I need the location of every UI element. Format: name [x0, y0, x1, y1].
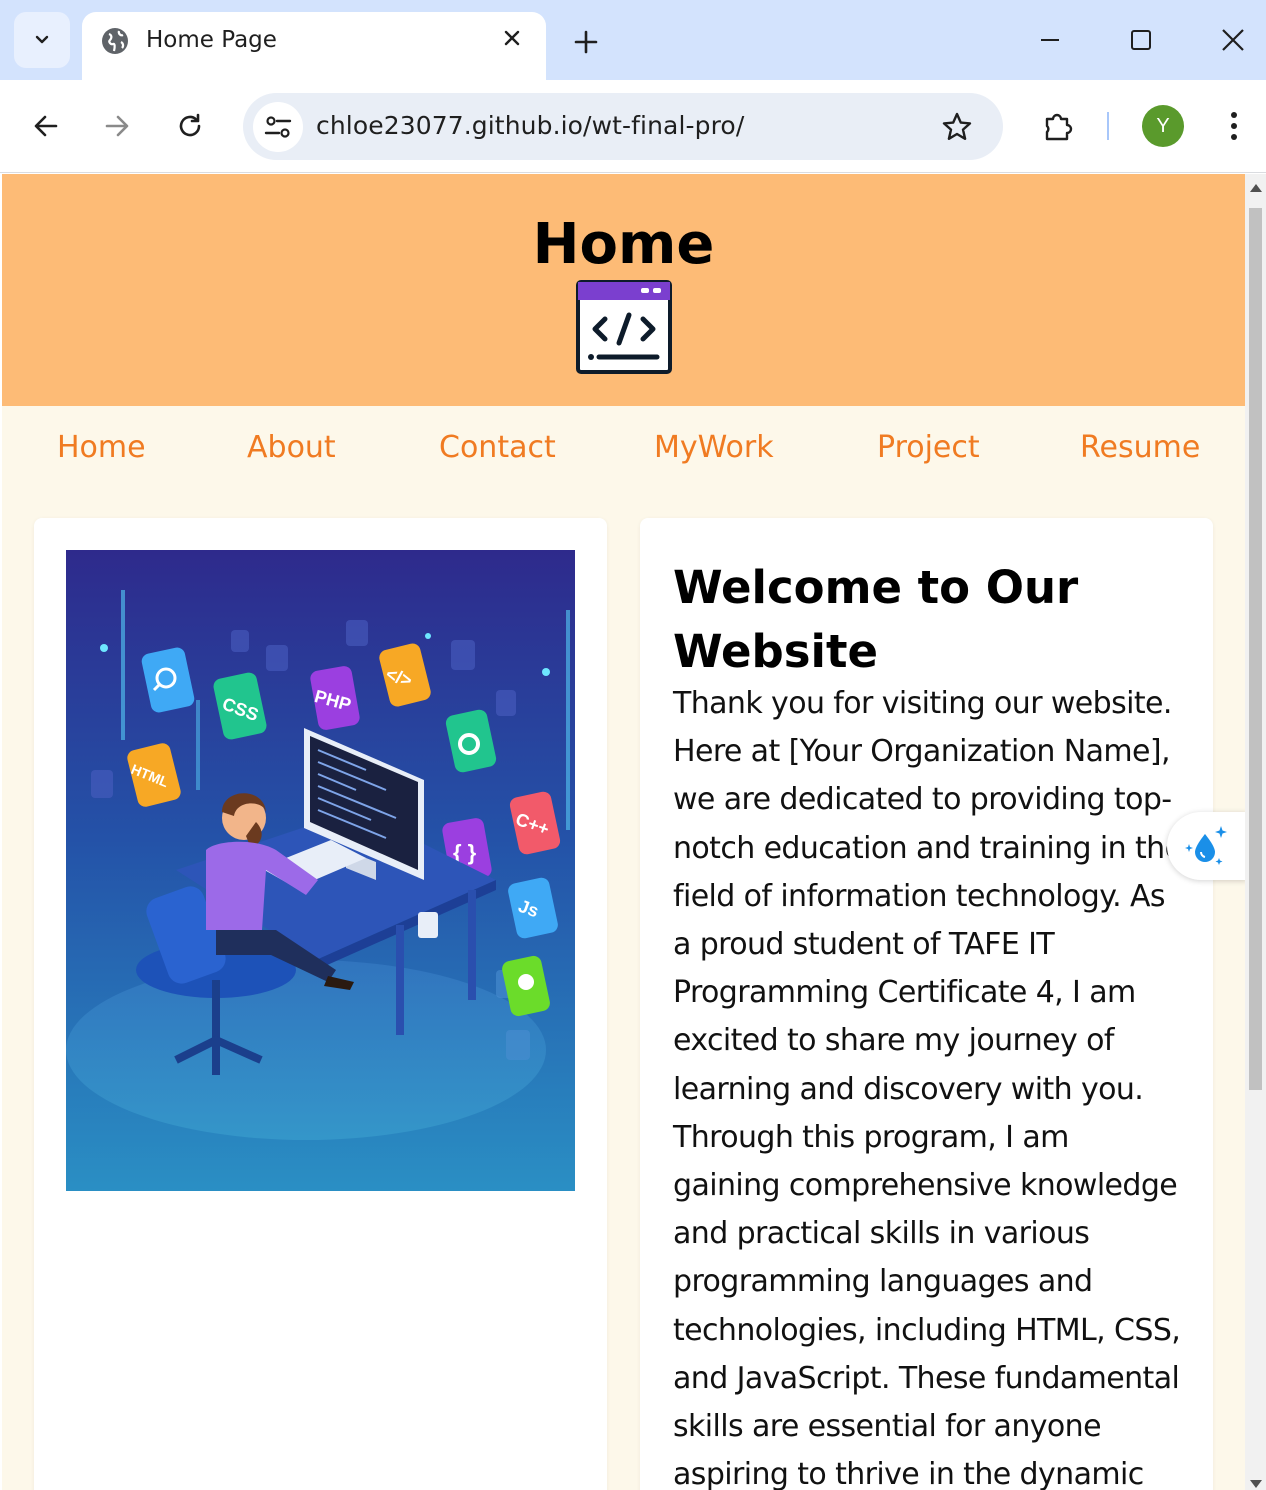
forward-button[interactable]	[93, 102, 141, 150]
tab-strip: Home Page	[0, 0, 1266, 82]
scroll-down-arrow[interactable]	[1250, 1480, 1262, 1488]
new-tab-button[interactable]	[566, 22, 606, 62]
arrow-left-icon	[34, 115, 58, 137]
welcome-text: Thank you for visiting our website. Here…	[673, 686, 1183, 1490]
floating-assistant-button[interactable]	[1167, 812, 1247, 880]
puzzle-icon	[1045, 113, 1073, 141]
maximize-button[interactable]	[1117, 18, 1165, 62]
page-scrollbar[interactable]	[1245, 174, 1266, 1490]
nav-link-about[interactable]: About	[247, 430, 336, 465]
star-icon	[942, 112, 972, 140]
welcome-card: Welcome to Our Website Thank you for vis…	[640, 518, 1213, 1490]
nav-link-home[interactable]: Home	[57, 430, 146, 465]
tab-title: Home Page	[146, 27, 277, 53]
scroll-up-arrow[interactable]	[1250, 184, 1262, 192]
more-vertical-icon	[1231, 112, 1237, 140]
close-icon	[504, 30, 520, 46]
chevron-down-icon	[35, 35, 49, 44]
bookmark-button[interactable]	[939, 109, 975, 145]
tab-active[interactable]: Home Page	[82, 12, 546, 82]
browser-toolbar: chloe23077.github.io/wt-final-pro/ Y	[0, 80, 1266, 173]
page-header: Home	[2, 174, 1245, 406]
toolbar-separator	[1107, 112, 1109, 140]
minimize-button[interactable]	[1026, 18, 1074, 62]
close-icon	[1222, 29, 1244, 51]
window-close-button[interactable]	[1209, 18, 1257, 62]
url-text[interactable]: chloe23077.github.io/wt-final-pro/	[316, 111, 744, 140]
address-bar[interactable]: chloe23077.github.io/wt-final-pro/	[243, 93, 1003, 160]
minimize-icon	[1041, 39, 1059, 41]
reload-button[interactable]	[166, 102, 214, 150]
profile-avatar[interactable]: Y	[1142, 105, 1184, 147]
page-title: Home	[532, 212, 715, 277]
developer-at-computer-illustration: CSS PHP </> HTML C++ { } Js	[66, 550, 575, 1191]
browser-menu-button[interactable]	[1214, 102, 1254, 150]
extensions-button[interactable]	[1034, 102, 1082, 150]
scrollbar-thumb[interactable]	[1249, 208, 1262, 1090]
main-nav: Home About Contact MyWork Project Resume	[2, 406, 1245, 492]
welcome-title: Welcome to Our Website	[673, 561, 1079, 678]
arrow-right-icon	[105, 115, 129, 137]
image-card: CSS PHP </> HTML C++ { } Js	[34, 518, 607, 1490]
site-info-button[interactable]	[253, 102, 303, 152]
sparkle-drop-icon	[1185, 826, 1227, 865]
nav-link-project[interactable]: Project	[877, 430, 980, 465]
maximize-icon	[1131, 30, 1151, 50]
tab-search-button[interactable]	[14, 12, 70, 68]
nav-link-mywork[interactable]: MyWork	[654, 430, 774, 465]
back-button[interactable]	[22, 102, 70, 150]
reload-icon	[179, 113, 201, 137]
nav-link-contact[interactable]: Contact	[439, 430, 556, 465]
nav-link-resume[interactable]: Resume	[1080, 430, 1200, 465]
code-window-icon	[576, 280, 672, 374]
tab-close-button[interactable]	[498, 24, 526, 52]
page-viewport: Home Home About Contact MyWork Project R…	[2, 174, 1245, 1490]
plus-icon	[574, 30, 598, 54]
tune-icon	[264, 116, 292, 138]
globe-icon	[102, 28, 128, 54]
